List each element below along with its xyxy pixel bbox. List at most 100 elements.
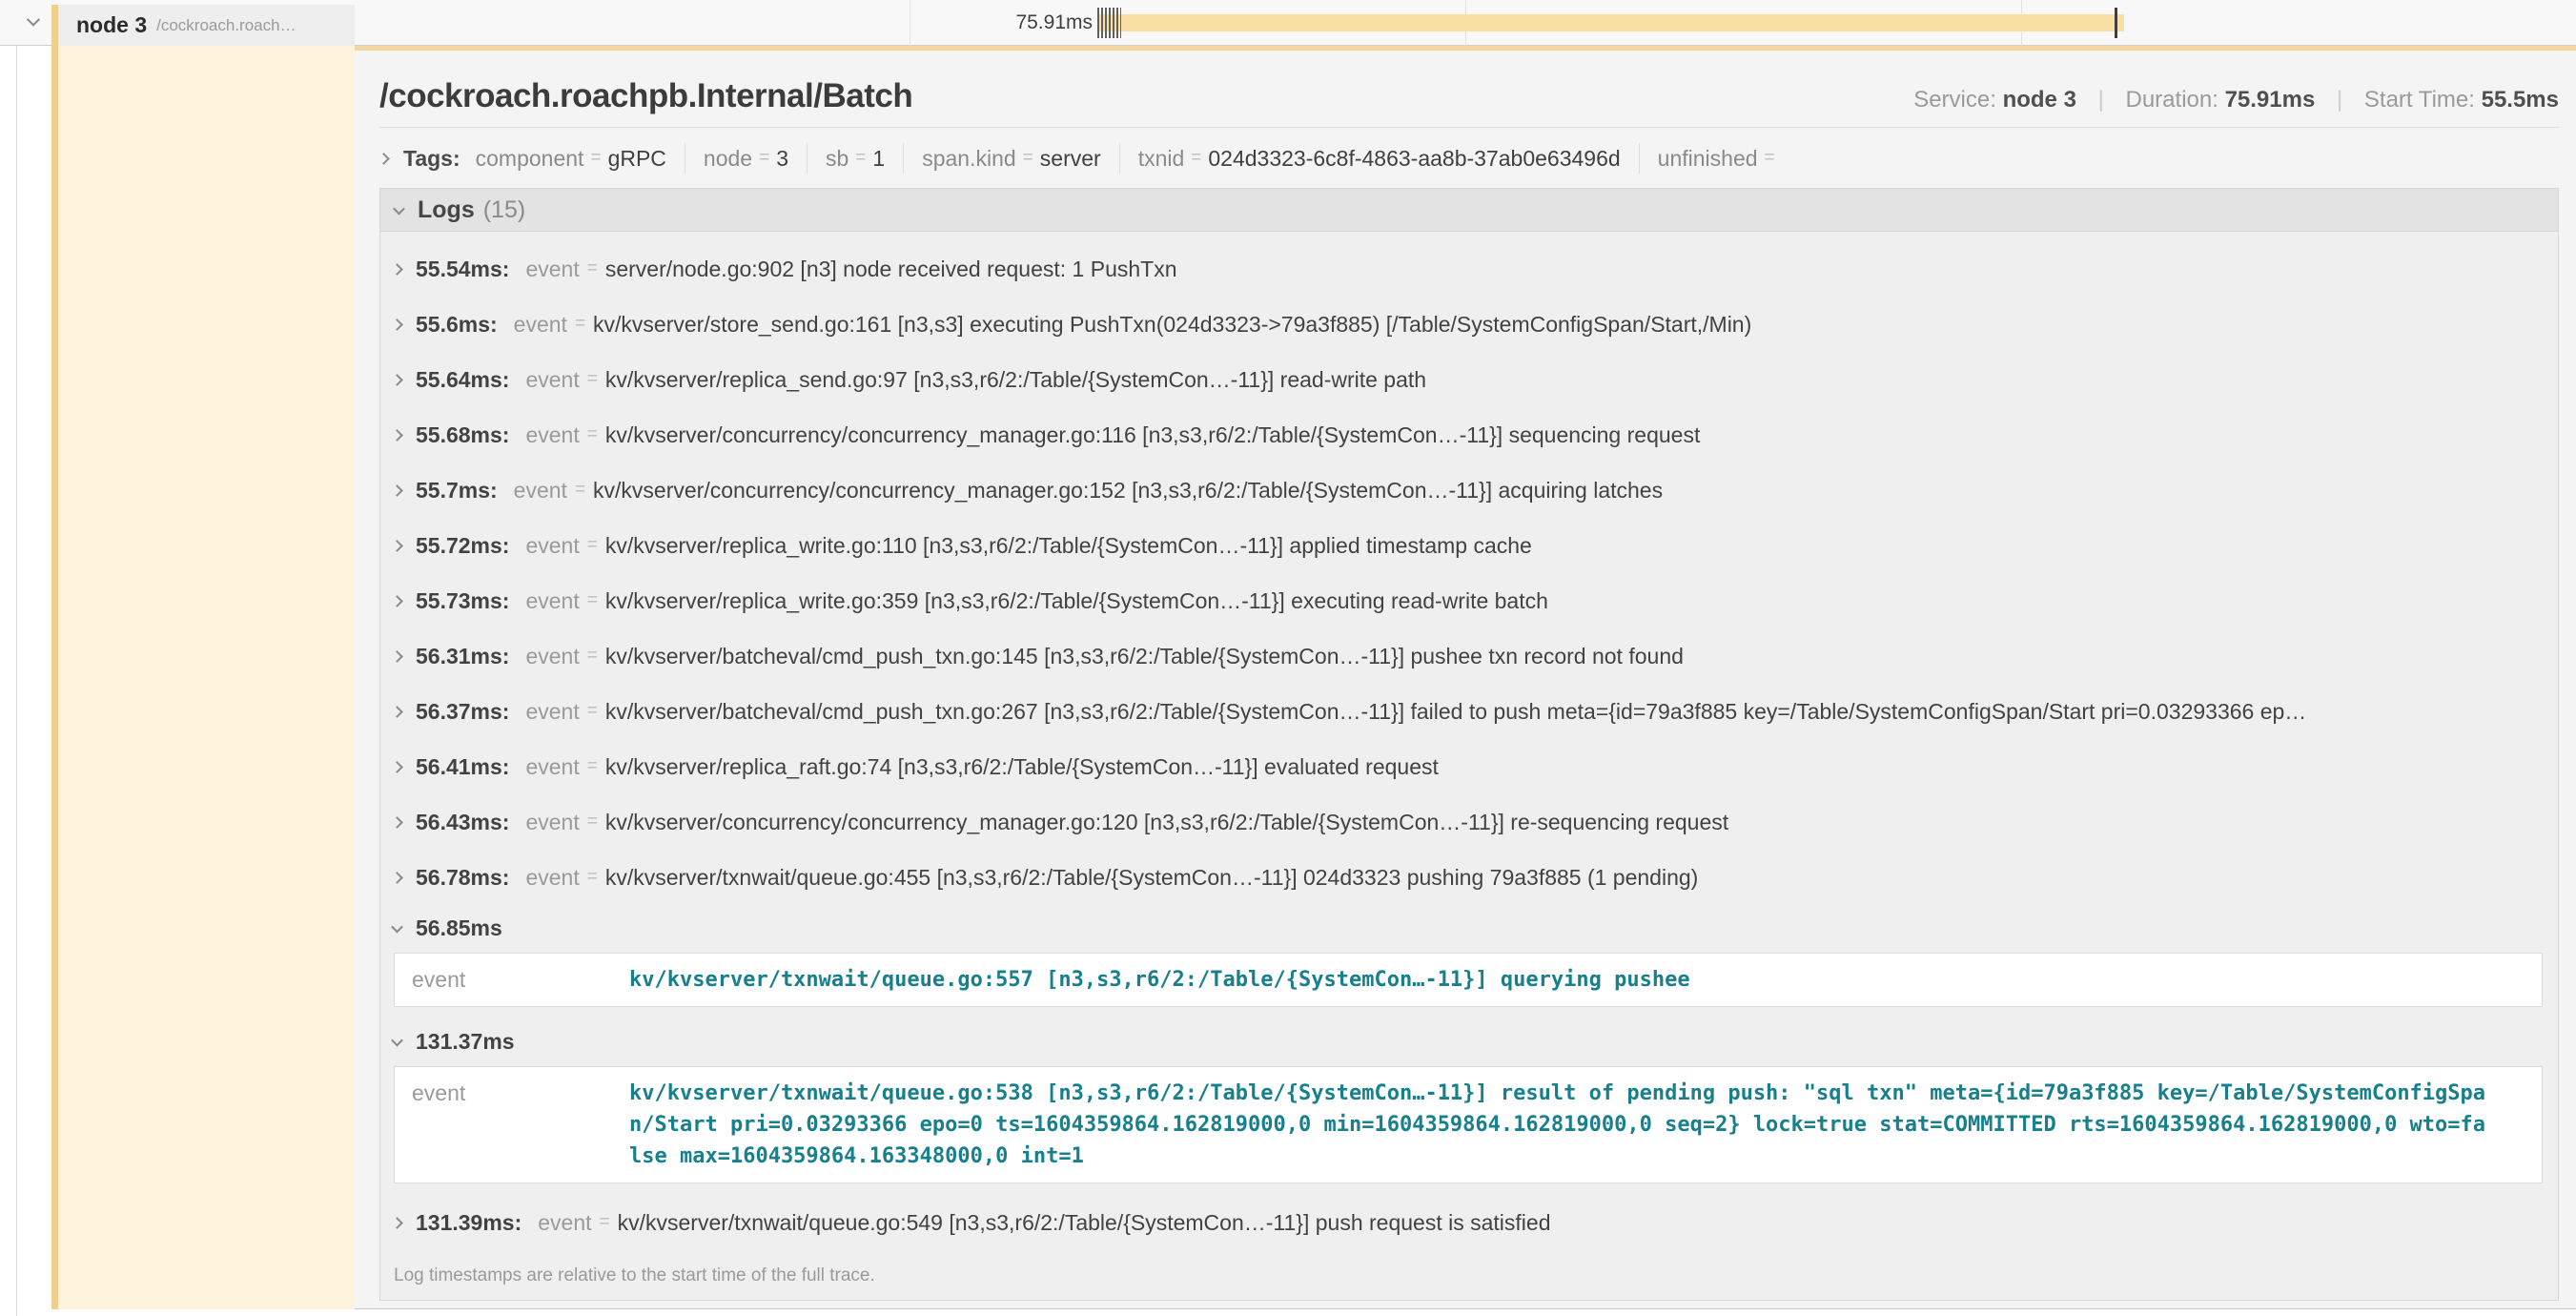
log-row[interactable]: 56.43ms: event = kv/kvserver/concurrency… bbox=[380, 794, 2558, 850]
log-expand-chevron-icon[interactable] bbox=[391, 319, 403, 331]
log-expand-chevron-icon[interactable] bbox=[391, 540, 403, 552]
log-equals: = bbox=[587, 701, 598, 722]
log-row-expanded-header[interactable]: 131.37ms bbox=[380, 1018, 2558, 1064]
tag-equals: = bbox=[855, 148, 866, 169]
tag-equals: = bbox=[759, 148, 769, 169]
logs-count: (15) bbox=[483, 196, 525, 224]
tag-equals: = bbox=[1023, 148, 1033, 169]
log-field-key: event bbox=[525, 644, 579, 669]
log-field-key: event bbox=[514, 312, 567, 338]
log-expand-chevron-icon[interactable] bbox=[391, 374, 403, 386]
log-equals: = bbox=[575, 480, 585, 501]
logs-section-header[interactable]: Logs (15) bbox=[379, 188, 2559, 232]
duration-label: Duration: bbox=[2126, 87, 2218, 113]
tag-node: node = 3 bbox=[685, 143, 808, 174]
logs-list: 55.54ms: event = server/node.go:902 [n3]… bbox=[379, 232, 2559, 1301]
log-expand-chevron-icon[interactable] bbox=[391, 1217, 403, 1229]
log-timestamp: 55.7ms: bbox=[416, 478, 498, 504]
log-collapse-chevron-icon[interactable] bbox=[391, 920, 403, 933]
tags-expand-chevron-icon[interactable] bbox=[378, 153, 390, 165]
span-duration-label: 75.91ms bbox=[902, 0, 1093, 46]
log-expand-chevron-icon[interactable] bbox=[391, 816, 403, 829]
log-expand-chevron-icon[interactable] bbox=[391, 429, 403, 442]
log-message: kv/kvserver/replica_write.go:359 [n3,s3,… bbox=[605, 588, 1548, 614]
log-row[interactable]: 55.54ms: event = server/node.go:902 [n3]… bbox=[380, 241, 2558, 297]
log-expand-chevron-icon[interactable] bbox=[391, 263, 403, 276]
tag-key: span.kind bbox=[922, 146, 1015, 172]
log-timestamp: 55.64ms: bbox=[416, 367, 509, 393]
log-field-key: event bbox=[538, 1210, 591, 1236]
log-message: kv/kvserver/concurrency/concurrency_mana… bbox=[605, 810, 1728, 835]
log-row[interactable]: 56.78ms: event = kv/kvserver/txnwait/que… bbox=[380, 850, 2558, 905]
log-row[interactable]: 131.39ms: event = kv/kvserver/txnwait/qu… bbox=[380, 1195, 2558, 1250]
selected-span-accent-stripe bbox=[51, 5, 58, 1309]
log-equals: = bbox=[587, 258, 598, 279]
log-row[interactable]: 56.31ms: event = kv/kvserver/batcheval/c… bbox=[380, 628, 2558, 684]
tag-key: unfinished bbox=[1658, 146, 1758, 172]
log-tick-cluster bbox=[1097, 8, 1121, 38]
log-row[interactable]: 55.68ms: event = kv/kvserver/concurrency… bbox=[380, 407, 2558, 463]
start-time-label: Start Time: bbox=[2364, 87, 2475, 113]
tag-component: component = gRPC bbox=[476, 143, 685, 174]
log-message: kv/kvserver/batcheval/cmd_push_txn.go:26… bbox=[605, 699, 2306, 725]
log-field-value: kv/kvserver/txnwait/queue.go:538 [n3,s3,… bbox=[629, 1078, 2488, 1172]
log-equals: = bbox=[587, 369, 598, 390]
log-collapse-chevron-icon[interactable] bbox=[391, 1034, 403, 1046]
log-field-key: event bbox=[525, 810, 579, 835]
tag-value: 1 bbox=[872, 146, 885, 172]
log-equals: = bbox=[600, 1212, 610, 1233]
log-message: kv/kvserver/batcheval/cmd_push_txn.go:14… bbox=[605, 644, 1684, 669]
log-timestamp: 55.6ms: bbox=[416, 312, 498, 338]
log-timestamp: 56.41ms: bbox=[416, 754, 509, 780]
log-message: kv/kvserver/replica_write.go:110 [n3,s3,… bbox=[605, 533, 1532, 559]
log-message: kv/kvserver/txnwait/queue.go:549 [n3,s3,… bbox=[618, 1210, 1551, 1236]
log-timestamp: 55.68ms: bbox=[416, 422, 509, 448]
tag-sb: sb = 1 bbox=[808, 143, 904, 174]
log-timestamp: 56.43ms: bbox=[416, 810, 509, 835]
log-timestamp: 55.54ms: bbox=[416, 257, 509, 282]
span-title: /cockroach.roachpb.Internal/Batch bbox=[379, 77, 912, 115]
log-row-expanded-header[interactable]: 56.85ms bbox=[380, 905, 2558, 951]
log-field-key: event bbox=[525, 699, 579, 725]
log-detail-card: event kv/kvserver/txnwait/queue.go:557 [… bbox=[394, 953, 2543, 1007]
span-gantt-bar[interactable] bbox=[1098, 14, 2124, 31]
span-name-cell[interactable]: node 3 /cockroach.roach… bbox=[58, 5, 355, 46]
collapse-span-chevron-icon[interactable] bbox=[27, 13, 40, 27]
log-field-key: event bbox=[525, 533, 579, 559]
tag-key: component bbox=[476, 146, 584, 172]
logs-collapse-chevron-icon[interactable] bbox=[393, 202, 405, 215]
log-message: kv/kvserver/concurrency/concurrency_mana… bbox=[593, 478, 1663, 504]
log-timestamp: 131.39ms: bbox=[416, 1210, 521, 1236]
tag-equals: = bbox=[590, 148, 601, 169]
log-field-key: event bbox=[525, 257, 579, 282]
log-message: server/node.go:902 [n3] node received re… bbox=[605, 257, 1177, 282]
span-service-name: node 3 bbox=[76, 12, 147, 38]
log-row[interactable]: 55.72ms: event = kv/kvserver/replica_wri… bbox=[380, 518, 2558, 573]
logs-section: Logs (15) 55.54ms: event = server/node.g… bbox=[379, 188, 2559, 1301]
log-row[interactable]: 56.37ms: event = kv/kvserver/batcheval/c… bbox=[380, 684, 2558, 739]
tag-value: gRPC bbox=[608, 146, 666, 172]
log-equals: = bbox=[575, 314, 585, 335]
log-row[interactable]: 55.6ms: event = kv/kvserver/store_send.g… bbox=[380, 297, 2558, 352]
log-expand-chevron-icon[interactable] bbox=[391, 650, 403, 663]
log-expand-chevron-icon[interactable] bbox=[391, 706, 403, 718]
span-detail-panel: /cockroach.roachpb.Internal/Batch Servic… bbox=[355, 46, 2576, 1309]
log-expand-chevron-icon[interactable] bbox=[391, 761, 403, 773]
tag-unfinished: unfinished = bbox=[1640, 143, 1800, 174]
log-row[interactable]: 55.73ms: event = kv/kvserver/replica_wri… bbox=[380, 573, 2558, 628]
log-timestamp: 55.73ms: bbox=[416, 588, 509, 614]
tag-equals: = bbox=[1191, 148, 1201, 169]
log-expand-chevron-icon[interactable] bbox=[391, 484, 403, 497]
log-row[interactable]: 55.7ms: event = kv/kvserver/concurrency/… bbox=[380, 463, 2558, 518]
tag-equals: = bbox=[1765, 148, 1775, 169]
log-expand-chevron-icon[interactable] bbox=[391, 595, 403, 607]
log-row[interactable]: 55.64ms: event = kv/kvserver/replica_sen… bbox=[380, 352, 2558, 407]
log-message: kv/kvserver/replica_raft.go:74 [n3,s3,r6… bbox=[605, 754, 1439, 780]
log-expand-chevron-icon[interactable] bbox=[391, 872, 403, 884]
log-field-key: event bbox=[525, 865, 579, 891]
tags-row[interactable]: Tags: component = gRPC node = 3 sb = 1 s… bbox=[379, 140, 2559, 176]
log-tick-end bbox=[2115, 8, 2117, 38]
log-detail-card: event kv/kvserver/txnwait/queue.go:538 [… bbox=[394, 1066, 2543, 1183]
log-row[interactable]: 56.41ms: event = kv/kvserver/replica_raf… bbox=[380, 739, 2558, 794]
tag-key: sb bbox=[826, 146, 848, 172]
